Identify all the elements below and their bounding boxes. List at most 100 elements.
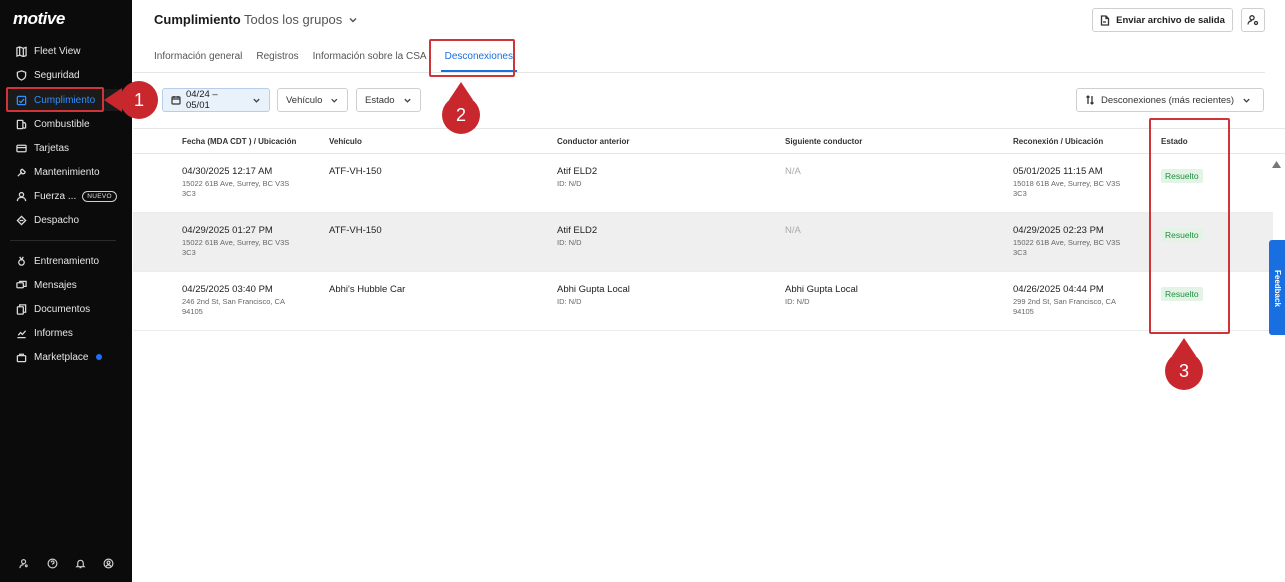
- highlight-box-desconexiones: [429, 39, 515, 77]
- caret-up-icon: [1272, 161, 1281, 168]
- reconnect-cell: 05/01/2025 11:15 AM 15018 61B Ave, Surre…: [1013, 166, 1121, 198]
- highlight-box-estado: [1149, 118, 1230, 334]
- motive-logo[interactable]: motive: [13, 9, 65, 29]
- table-row[interactable]: 04/30/2025 12:17 AM 15022 61B Ave, Surre…: [133, 154, 1273, 213]
- help-icon[interactable]: [47, 556, 58, 574]
- sidebar-item-label: Seguridad: [34, 69, 80, 81]
- table-row[interactable]: 04/29/2025 01:27 PM 15022 61B Ave, Surre…: [133, 213, 1273, 272]
- new-badge: NUEVO: [82, 190, 117, 202]
- person-icon: [15, 190, 27, 202]
- sidebar-item-documentos[interactable]: Documentos: [8, 298, 124, 320]
- bell-icon[interactable]: [74, 556, 86, 574]
- chevron-down-icon: [331, 98, 338, 103]
- export-file-label: Enviar archivo de salida: [1116, 14, 1225, 26]
- sidebar-item-combustible[interactable]: Combustible: [8, 113, 124, 135]
- column-header-reconnect[interactable]: Reconexión / Ubicación: [1013, 137, 1103, 146]
- group-selector[interactable]: Todos los grupos: [244, 12, 358, 27]
- next-driver-cell: Abhi Gupta Local ID: N/D: [785, 284, 858, 306]
- date-cell: 04/29/2025 01:27 PM 15022 61B Ave, Surre…: [182, 225, 290, 257]
- column-header-vehicle[interactable]: Vehículo: [329, 137, 362, 146]
- dispatch-icon: [15, 214, 27, 226]
- sidebar-item-label: Fleet View: [34, 45, 81, 57]
- sidebar-item-tarjetas[interactable]: Tarjetas: [8, 137, 124, 159]
- sidebar-item-informes[interactable]: Informes: [8, 322, 124, 344]
- next-driver-cell: N/A: [785, 166, 801, 177]
- table-row[interactable]: 04/25/2025 03:40 PM 246 2nd St, San Fran…: [133, 272, 1273, 331]
- status-filter-label: Estado: [365, 94, 395, 106]
- wrench-icon: [15, 166, 27, 178]
- vehicle-filter[interactable]: Vehículo: [277, 88, 348, 112]
- vehicle-cell: ATF-VH-150: [329, 166, 382, 177]
- reports-icon: [15, 327, 27, 339]
- export-file-button[interactable]: Enviar archivo de salida: [1092, 8, 1233, 32]
- group-selector-label: Todos los grupos: [244, 12, 343, 27]
- calendar-icon: [171, 96, 181, 105]
- reconnect-cell: 04/29/2025 02:23 PM 15022 61B Ave, Surre…: [1013, 225, 1121, 257]
- sidebar-item-despacho[interactable]: Despacho: [8, 209, 124, 231]
- scroll-up-arrow[interactable]: [1272, 155, 1282, 168]
- sidebar-item-label: Combustible: [34, 118, 90, 130]
- sidebar-item-label: Informes: [34, 327, 73, 339]
- map-icon: [15, 45, 27, 57]
- sidebar-item-label: Fuerza ...: [34, 190, 77, 202]
- sidebar-item-marketplace[interactable]: Marketplace: [8, 346, 124, 368]
- next-driver-cell: N/A: [785, 225, 801, 236]
- sidebar-item-mantenimiento[interactable]: Mantenimiento: [8, 161, 124, 183]
- tabs-divider: [133, 72, 1265, 73]
- medal-icon: [15, 255, 27, 267]
- page-title: Cumplimiento: [154, 12, 241, 27]
- date-cell: 04/30/2025 12:17 AM 15022 61B Ave, Surre…: [182, 166, 290, 198]
- chevron-down-icon: [403, 98, 411, 103]
- tab-registros[interactable]: Registros: [256, 44, 298, 72]
- sort-dropdown[interactable]: Desconexiones (más recientes): [1076, 88, 1264, 112]
- column-header-next-driver[interactable]: Siguiente conductor: [785, 137, 862, 146]
- date-range-label: 04/24 – 05/01: [185, 89, 218, 111]
- sidebar-item-label: Documentos: [34, 303, 91, 315]
- main-content: Cumplimiento Todos los grupos Enviar arc…: [133, 0, 1285, 582]
- sort-icon: [1086, 95, 1094, 105]
- vehicle-cell: ATF-VH-150: [329, 225, 382, 236]
- user-config-button[interactable]: [1241, 8, 1265, 32]
- callout-2: 2: [442, 96, 480, 134]
- chevron-down-icon: [1243, 98, 1250, 103]
- user-settings-icon[interactable]: [18, 556, 30, 574]
- table-header: Fecha (MDA CDT ) / Ubicación Vehículo Co…: [133, 128, 1285, 154]
- shield-icon: [15, 69, 27, 81]
- status-filter[interactable]: Estado: [356, 88, 421, 112]
- notification-dot: [96, 354, 103, 360]
- sidebar-item-fleet-view[interactable]: Fleet View: [8, 40, 124, 62]
- sidebar-divider: [10, 240, 116, 241]
- prev-driver-cell: Atif ELD2 ID: N/D: [557, 166, 598, 188]
- chevron-down-icon: [349, 17, 357, 23]
- vehicle-cell: Abhi's Hubble Car: [329, 284, 406, 295]
- vehicle-filter-label: Vehículo: [286, 94, 323, 106]
- sidebar-item-seguridad[interactable]: Seguridad: [8, 64, 124, 86]
- user-gear-icon: [1247, 15, 1259, 26]
- date-cell: 04/25/2025 03:40 PM 246 2nd St, San Fran…: [182, 284, 285, 316]
- feedback-label: Feedback: [1273, 270, 1282, 307]
- sidebar-item-label: Mensajes: [34, 279, 77, 291]
- callout-3: 3: [1165, 352, 1203, 390]
- date-range-filter[interactable]: 04/24 – 05/01: [162, 88, 270, 112]
- sidebar-item-label: Marketplace: [34, 351, 89, 363]
- prev-driver-cell: Abhi Gupta Local ID: N/D: [557, 284, 630, 306]
- app-window: motive Fleet View Seguridad Cumplimiento…: [0, 0, 1285, 582]
- feedback-tab[interactable]: Feedback: [1269, 240, 1285, 335]
- tab-informacion-general[interactable]: Información general: [154, 44, 242, 72]
- column-header-prev-driver[interactable]: Conductor anterior: [557, 137, 629, 146]
- messages-icon: [15, 279, 27, 291]
- callout-1: 1: [120, 81, 158, 119]
- sidebar-item-label: Tarjetas: [34, 142, 70, 154]
- sidebar-item-entrenamiento[interactable]: Entrenamiento: [8, 250, 124, 272]
- column-header-date[interactable]: Fecha (MDA CDT ) / Ubicación: [182, 137, 296, 146]
- sidebar-item-label: Mantenimiento: [34, 166, 100, 178]
- tab-csa[interactable]: Información sobre la CSA: [313, 44, 427, 72]
- sort-label: Desconexiones (más recientes): [1101, 94, 1235, 106]
- sidebar-item-mensajes[interactable]: Mensajes: [8, 274, 124, 296]
- chevron-down-icon: [253, 98, 260, 103]
- sidebar-item-fuerza[interactable]: Fuerza ... NUEVO: [8, 185, 124, 207]
- account-icon[interactable]: [103, 556, 114, 574]
- file-export-icon: [1100, 14, 1110, 26]
- highlight-box-cumplimiento: [6, 87, 104, 112]
- fuel-icon: [15, 118, 27, 130]
